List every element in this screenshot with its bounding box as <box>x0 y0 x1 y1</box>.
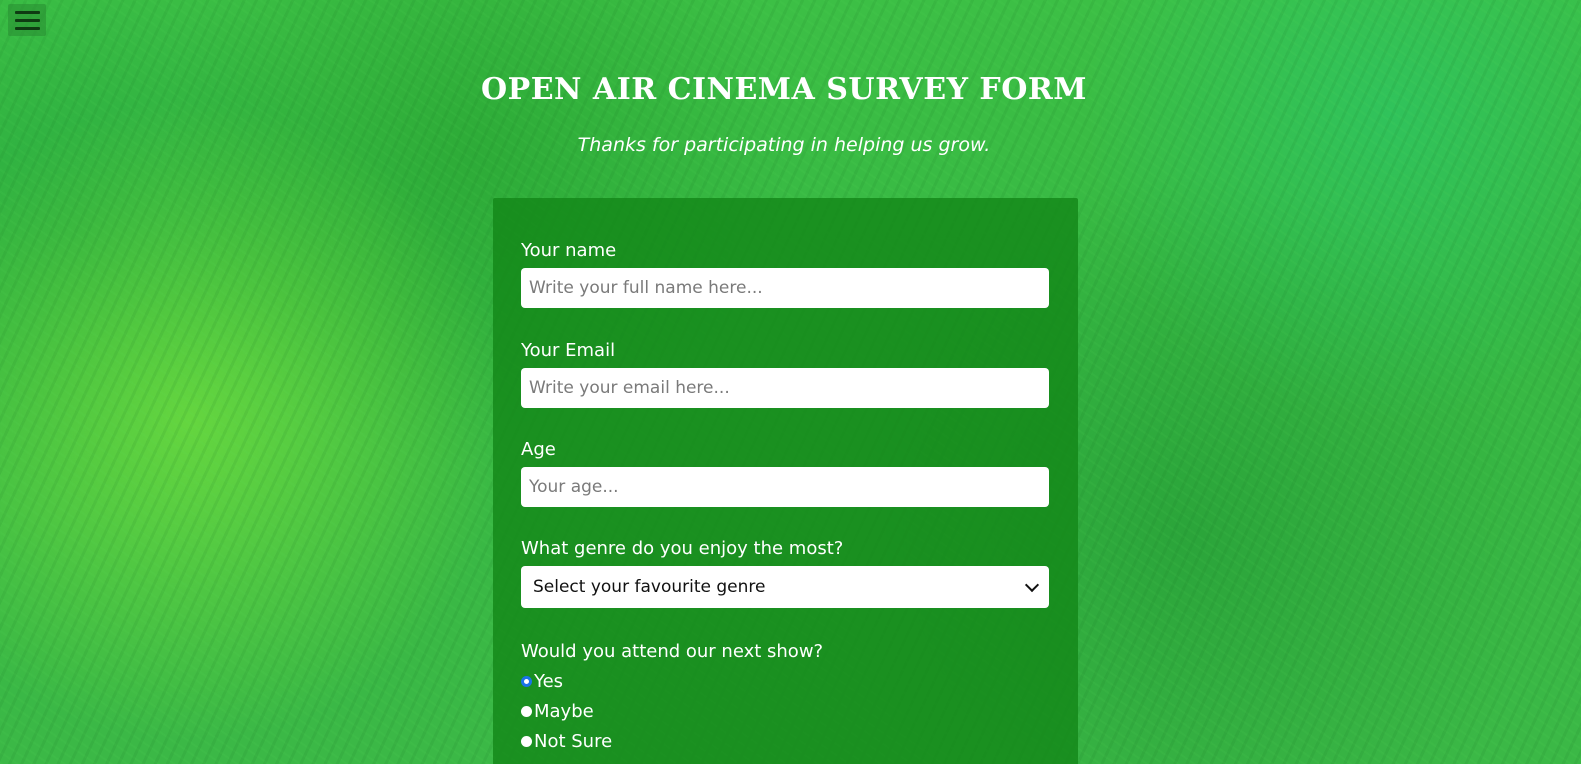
attend-option-label: Yes <box>534 671 564 692</box>
age-input[interactable] <box>521 467 1049 507</box>
survey-form: Your name Your Email Age What genre do y… <box>493 198 1078 764</box>
name-label: Your name <box>521 240 617 261</box>
name-input[interactable] <box>521 268 1049 308</box>
radio-button[interactable] <box>521 706 532 717</box>
genre-label: What genre do you enjoy the most? <box>521 538 844 559</box>
email-label: Your Email <box>521 340 616 361</box>
attend-option-maybe[interactable]: Maybe <box>521 701 594 722</box>
attend-option-label: Maybe <box>534 701 594 722</box>
attend-option-not-sure[interactable]: Not Sure <box>521 731 612 752</box>
genre-select[interactable]: Select your favourite genre <box>521 566 1049 608</box>
radio-button[interactable] <box>521 736 532 747</box>
hamburger-menu-button[interactable] <box>8 4 46 36</box>
attend-option-label: Not Sure <box>534 731 613 752</box>
hamburger-menu-icon-bar <box>14 26 40 30</box>
hamburger-menu-icon <box>14 10 40 14</box>
radio-button-checked[interactable] <box>521 676 532 687</box>
page-subtitle: Thanks for participating in helping us g… <box>577 134 991 156</box>
hamburger-menu-icon-bar <box>14 18 40 22</box>
email-input[interactable] <box>521 368 1049 408</box>
genre-select-value: Select your favourite genre <box>533 577 766 597</box>
age-label: Age <box>521 439 556 460</box>
page-title: OPEN AIR CINEMA SURVEY FORM <box>481 72 1087 107</box>
attend-option-yes[interactable]: Yes <box>521 671 563 692</box>
attend-label: Would you attend our next show? <box>521 641 824 662</box>
chevron-down-icon <box>1024 577 1040 592</box>
